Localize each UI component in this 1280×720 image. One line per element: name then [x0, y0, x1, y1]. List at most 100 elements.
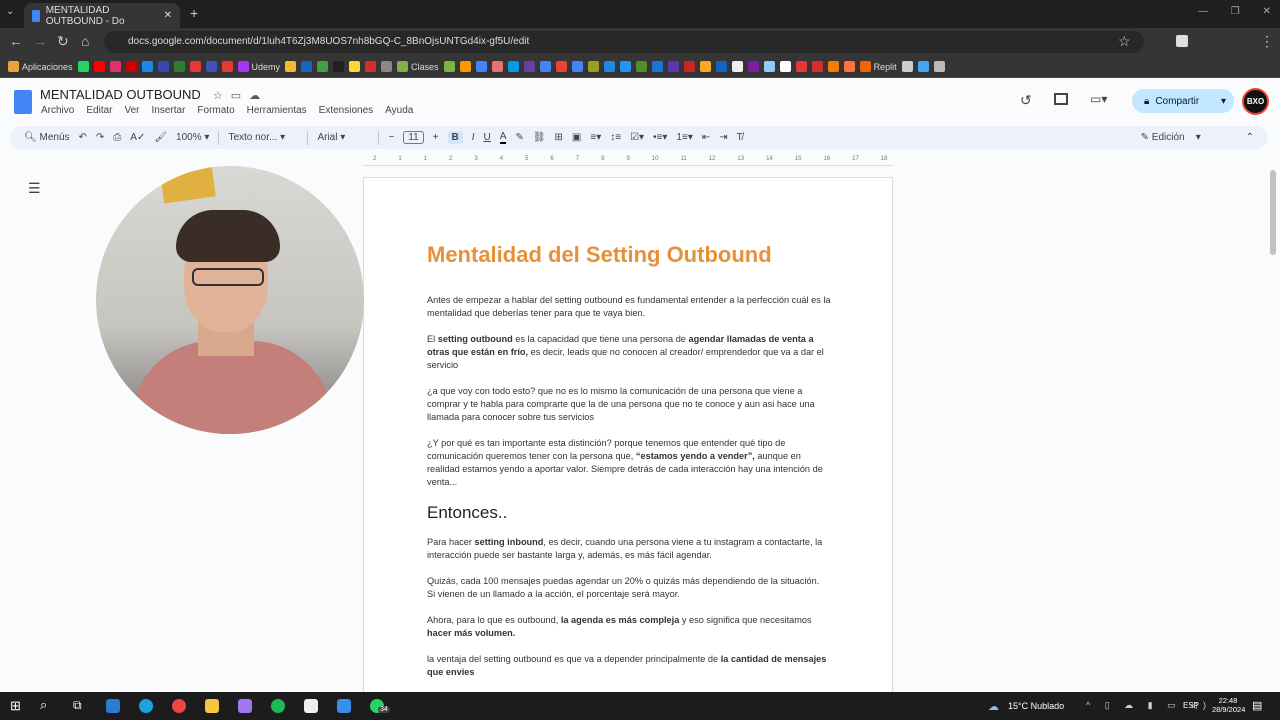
bookmark-item[interactable] — [459, 61, 471, 72]
bookmark-item[interactable] — [843, 61, 855, 72]
explorer-icon[interactable] — [205, 699, 219, 713]
forward-icon[interactable]: → — [33, 33, 47, 49]
bookmark-item[interactable] — [173, 61, 185, 72]
checklist-icon[interactable]: ☑▾ — [630, 132, 644, 143]
style-select[interactable]: Texto nor... ▾ — [228, 132, 298, 143]
menu-insertar[interactable]: Insertar — [152, 105, 186, 116]
bookmark-item[interactable] — [651, 61, 663, 72]
bookmark-item[interactable] — [571, 61, 583, 72]
font-select[interactable]: Arial ▾ — [317, 132, 369, 143]
document-title[interactable]: MENTALIDAD OUTBOUND ☆ ▭ ☁ — [40, 87, 260, 102]
bookmark-item[interactable] — [603, 61, 615, 72]
menu-archivo[interactable]: Archivo — [41, 105, 74, 116]
bookmark-item[interactable] — [365, 61, 377, 72]
bookmark-item[interactable] — [715, 61, 727, 72]
bookmark-item[interactable] — [917, 61, 929, 72]
scrollbar[interactable] — [1270, 170, 1276, 255]
bookmark-item[interactable] — [619, 61, 631, 72]
meet-icon[interactable]: ▭▾ — [1090, 92, 1107, 106]
menu-extensiones[interactable]: Extensiones — [319, 105, 373, 116]
tab-list-icon[interactable]: ⌄ — [6, 6, 14, 17]
ruler[interactable]: 2 1 1 2 3 4 5 6 7 8 9 10 11 12 13 14 15 16 17 18 — [363, 153, 893, 166]
app-icon[interactable] — [238, 699, 252, 713]
spotify-icon[interactable] — [271, 699, 285, 713]
bookmark-item[interactable] — [827, 61, 839, 72]
document-body[interactable]: Mentalidad del Setting Outbound Antes de… — [427, 240, 832, 692]
share-dropdown-icon[interactable]: ▾ — [1221, 96, 1226, 107]
bookmark-item[interactable] — [933, 61, 945, 72]
weather-text[interactable]: 15°C Nublado — [1008, 701, 1064, 711]
numbered-list-icon[interactable]: 1≡▾ — [676, 132, 692, 143]
bookmark-item[interactable] — [587, 61, 599, 72]
bookmark-item[interactable] — [77, 61, 89, 72]
move-folder-icon[interactable]: ▭ — [231, 90, 241, 102]
clear-format-icon[interactable]: T̸ — [737, 132, 743, 143]
line-spacing-icon[interactable]: ↕≡ — [610, 132, 621, 143]
redo-icon[interactable]: ↷ — [96, 132, 104, 143]
bookmark-item[interactable] — [683, 61, 695, 72]
decrease-size-icon[interactable]: − — [388, 132, 394, 143]
bookmark-item[interactable] — [523, 61, 535, 72]
decrease-indent-icon[interactable]: ⇤ — [702, 132, 710, 143]
bookmark-item[interactable] — [93, 61, 105, 72]
new-tab-icon[interactable]: + — [190, 5, 198, 21]
bookmark-item[interactable] — [443, 61, 455, 72]
bookmark-item[interactable] — [763, 61, 775, 72]
bookmark-item[interactable] — [811, 61, 823, 72]
bookmark-item[interactable] — [317, 61, 329, 72]
star-icon[interactable]: ☆ — [213, 90, 223, 102]
bookmark-item[interactable]: Aplicaciones — [8, 61, 73, 72]
bookmark-item[interactable] — [381, 61, 393, 72]
bookmark-item[interactable] — [667, 61, 679, 72]
increase-indent-icon[interactable]: ⇥ — [719, 132, 727, 143]
bookmark-item[interactable]: Udemy — [237, 61, 280, 72]
bookmark-item[interactable] — [285, 61, 297, 72]
bookmark-item[interactable] — [555, 61, 567, 72]
bookmark-item[interactable]: Replit — [859, 61, 897, 72]
underline-icon[interactable]: U — [484, 132, 491, 143]
share-button[interactable]: 🔒︎ Compartir ▾ — [1132, 89, 1234, 113]
bookmark-item[interactable] — [779, 61, 791, 72]
bookmark-item[interactable] — [507, 61, 519, 72]
bookmark-item[interactable] — [699, 61, 711, 72]
search-menus[interactable]: 🔍︎ Menús — [24, 132, 70, 143]
chrome-icon[interactable] — [172, 699, 186, 713]
version-history-icon[interactable]: ↺ — [1020, 92, 1032, 109]
vscode-icon[interactable] — [337, 699, 351, 713]
menu-editar[interactable]: Editar — [86, 105, 112, 116]
bookmark-item[interactable] — [157, 61, 169, 72]
text-color-icon[interactable]: A — [499, 131, 507, 144]
spellcheck-icon[interactable]: A✓ — [130, 132, 145, 143]
bookmark-item[interactable] — [539, 61, 551, 72]
link-icon[interactable]: ⛓︎ — [533, 132, 546, 143]
clock[interactable]: 22:48 28/9/2024 — [1212, 696, 1245, 714]
window-controls[interactable]: — ❐ ✕ — [1198, 6, 1271, 17]
font-size-input[interactable]: 11 — [403, 131, 424, 144]
comment-add-icon[interactable]: ⊞ — [555, 132, 563, 143]
bookmark-item[interactable] — [635, 61, 647, 72]
bookmark-item[interactable] — [125, 61, 137, 72]
paint-format-icon[interactable]: 🖌︎ — [154, 132, 167, 143]
bookmark-item[interactable] — [747, 61, 759, 72]
bookmark-item[interactable] — [301, 61, 313, 72]
bookmark-item[interactable] — [491, 61, 503, 72]
editing-mode-select[interactable]: ✎ Edición ▾ — [1141, 132, 1237, 143]
browser-tab[interactable]: MENTALIDAD OUTBOUND - Do ✕ — [24, 3, 180, 28]
bookmark-item[interactable] — [221, 61, 233, 72]
bookmark-item[interactable] — [141, 61, 153, 72]
bookmark-item[interactable]: Clases — [397, 61, 439, 72]
bookmark-item[interactable] — [349, 61, 361, 72]
close-tab-icon[interactable]: ✕ — [164, 10, 172, 21]
menu-ver[interactable]: Ver — [124, 105, 139, 116]
reload-icon[interactable]: ↻ — [57, 33, 69, 50]
bookmark-item[interactable] — [795, 61, 807, 72]
url-input[interactable]: docs.google.com/document/d/1luh4T6Zj3M8U… — [104, 31, 1144, 53]
bookmark-item[interactable] — [109, 61, 121, 72]
undo-icon[interactable]: ↶ — [79, 132, 87, 143]
bookmark-item[interactable] — [901, 61, 913, 72]
print-icon[interactable]: ⎙ — [113, 132, 121, 143]
start-icon[interactable]: ⊞ — [10, 698, 21, 714]
more-icon[interactable]: ⋮ — [1260, 33, 1274, 50]
bookmark-item[interactable] — [731, 61, 743, 72]
italic-icon[interactable]: I — [472, 132, 475, 143]
